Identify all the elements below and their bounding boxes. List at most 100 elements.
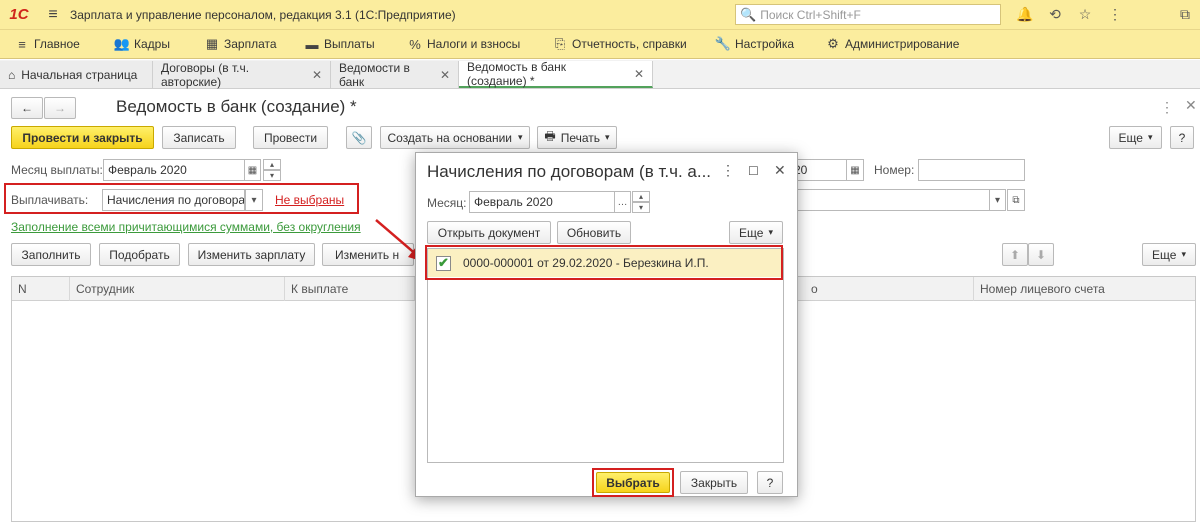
date-field[interactable]: 20 <box>790 159 847 181</box>
post-button[interactable]: Провести <box>253 126 328 149</box>
increment-icon[interactable]: ▴ <box>263 159 281 170</box>
help-button[interactable]: ? <box>1170 126 1194 149</box>
open-document-button[interactable]: Открыть документ <box>427 221 551 244</box>
wrench-icon: 🔧 <box>714 36 732 51</box>
tab-bank-statement-new[interactable]: Ведомость в банк (создание) * ✕ <box>459 60 653 88</box>
title-bar: 1С ≡ Зарплата и управление персоналом, р… <box>0 0 1200 29</box>
open-icon[interactable]: ⧉ <box>1007 189 1025 211</box>
ellipsis-icon[interactable]: … <box>614 191 631 213</box>
printer-icon: 🖶 <box>544 129 556 143</box>
chevron-down-icon: ▾ <box>605 132 610 142</box>
maximize-icon[interactable]: ☐ <box>748 164 759 178</box>
bell-icon[interactable]: 🔔 <box>1010 6 1040 23</box>
decrement-icon[interactable]: ▾ <box>632 202 650 213</box>
menu-dots-icon[interactable]: ⋮ <box>721 162 735 179</box>
section-salary[interactable]: ▦ Зарплата <box>200 29 300 59</box>
bank-field[interactable] <box>790 189 990 211</box>
accruals-list: ✔ 0000-000001 от 29.02.2020 - Березкина … <box>427 248 784 463</box>
tab-bar: ⌂ Начальная страница Договоры (в т.ч. ав… <box>0 60 1200 89</box>
more-button[interactable]: Еще ▾ <box>1109 126 1162 149</box>
not-selected-link[interactable]: Не выбраны <box>275 193 344 207</box>
chevron-down-icon: ▾ <box>517 132 523 142</box>
people-icon: 👥 <box>113 36 131 51</box>
arrow-up-icon: ⬆ <box>1009 247 1021 262</box>
close-icon[interactable]: ✕ <box>634 67 644 81</box>
tab-contracts[interactable]: Договоры (в т.ч. авторские) ✕ <box>153 61 331 89</box>
calendar-icon[interactable]: ▦ <box>244 159 261 181</box>
accruals-dialog: Начисления по договорам (в т.ч. а... ⋮ ☐… <box>415 152 798 497</box>
change-button[interactable]: Изменить н <box>322 243 414 266</box>
app-title: Зарплата и управление персоналом, редакц… <box>70 7 456 22</box>
section-reports[interactable]: ⎘ Отчетность, справки <box>548 29 711 59</box>
column-number[interactable]: N <box>12 277 70 301</box>
print-button[interactable]: 🖶 Печать ▾ <box>537 126 617 149</box>
attach-button[interactable]: 📎 <box>346 126 372 149</box>
change-salary-button[interactable]: Изменить зарплату <box>188 243 315 266</box>
close-icon[interactable]: ✕ <box>1185 97 1197 114</box>
search-input[interactable]: 🔍 Поиск Ctrl+Shift+F <box>735 4 1001 25</box>
section-panel: ≡ Главное 👥 Кадры ▦ Зарплата ▬ Выплаты %… <box>0 29 1200 59</box>
dialog-more-button[interactable]: Еще ▾ <box>729 221 783 244</box>
close-button[interactable]: Закрыть <box>680 471 748 494</box>
column-partial[interactable]: о <box>809 277 974 301</box>
section-settings[interactable]: 🔧 Настройка <box>711 29 821 59</box>
fill-button[interactable]: Заполнить <box>11 243 91 266</box>
number-field[interactable] <box>918 159 1025 181</box>
gear-icon: ⚙ <box>827 36 839 51</box>
close-icon[interactable]: ✕ <box>774 162 786 179</box>
search-placeholder: Поиск Ctrl+Shift+F <box>760 7 861 22</box>
section-hr[interactable]: 👥 Кадры <box>110 29 200 59</box>
forward-button[interactable]: → <box>44 97 76 119</box>
select-button[interactable]: Выбрать <box>596 472 670 493</box>
close-icon[interactable]: ✕ <box>312 68 322 82</box>
close-icon[interactable]: ✕ <box>440 68 450 82</box>
fill-mode-link[interactable]: Заполнение всеми причитающимися суммами,… <box>11 220 361 234</box>
column-amount[interactable]: К выплате <box>285 277 415 301</box>
table-more-button[interactable]: Еще ▾ <box>1142 243 1196 266</box>
paperclip-icon: 📎 <box>351 130 367 145</box>
chevron-down-icon[interactable]: ▾ <box>245 189 263 211</box>
decrement-icon[interactable]: ▾ <box>263 170 281 181</box>
move-up-button[interactable]: ⬆ <box>1002 243 1028 266</box>
pay-type-select[interactable]: Начисления по договорам <box>102 189 245 211</box>
report-icon: ⎘ <box>554 36 566 51</box>
section-admin[interactable]: ⚙ Администрирование <box>821 29 981 59</box>
app-logo: 1С <box>9 6 29 23</box>
section-taxes[interactable]: % Налоги и взносы <box>403 29 548 59</box>
month-label: Месяц выплаты: <box>11 163 103 177</box>
post-and-close-button[interactable]: Провести и закрыть <box>11 126 154 149</box>
dialog-month-field[interactable]: Февраль 2020 <box>469 191 615 213</box>
calendar-icon[interactable]: ▦ <box>846 159 864 181</box>
section-payments[interactable]: ▬ Выплаты <box>300 29 403 59</box>
create-based-on-button[interactable]: Создать на основании ▾ <box>380 126 530 149</box>
column-account-number[interactable]: Номер лицевого счета <box>974 277 1197 301</box>
move-down-button[interactable]: ⬇ <box>1028 243 1054 266</box>
list-icon: ≡ <box>18 36 26 52</box>
section-main[interactable]: ≡ Главное <box>10 29 110 59</box>
arrow-left-icon: ← <box>21 101 33 115</box>
star-icon[interactable]: ☆ <box>1070 6 1100 23</box>
arrow-down-icon: ⬇ <box>1035 247 1047 262</box>
restore-window-icon[interactable]: ⧉ <box>1170 6 1200 23</box>
save-button[interactable]: Записать <box>162 126 236 149</box>
search-icon: 🔍 <box>740 6 757 22</box>
help-button[interactable]: ? <box>757 471 783 494</box>
calculator-icon: ▦ <box>205 36 219 51</box>
chevron-down-icon: ▾ <box>1147 132 1153 142</box>
month-field[interactable]: Февраль 2020 <box>103 159 245 181</box>
chevron-down-icon: ▾ <box>768 227 773 237</box>
menu-dots-icon[interactable]: ⋮ <box>1100 6 1130 23</box>
menu-dots-icon[interactable]: ⋮ <box>1160 99 1174 116</box>
refresh-button[interactable]: Обновить <box>557 221 631 244</box>
history-icon[interactable]: ⟲ <box>1040 6 1070 23</box>
chevron-down-icon[interactable]: ▾ <box>989 189 1006 211</box>
column-employee[interactable]: Сотрудник <box>70 277 285 301</box>
pick-button[interactable]: Подобрать <box>99 243 180 266</box>
pay-label: Выплачивать: <box>11 193 89 207</box>
main-menu-icon[interactable]: ≡ <box>38 6 68 24</box>
tab-bank-statements[interactable]: Ведомости в банк ✕ <box>331 61 459 89</box>
dialog-month-label: Месяц: <box>427 196 467 210</box>
tab-home[interactable]: ⌂ Начальная страница <box>0 61 153 88</box>
back-button[interactable]: ← <box>11 97 43 119</box>
increment-icon[interactable]: ▴ <box>632 191 650 202</box>
